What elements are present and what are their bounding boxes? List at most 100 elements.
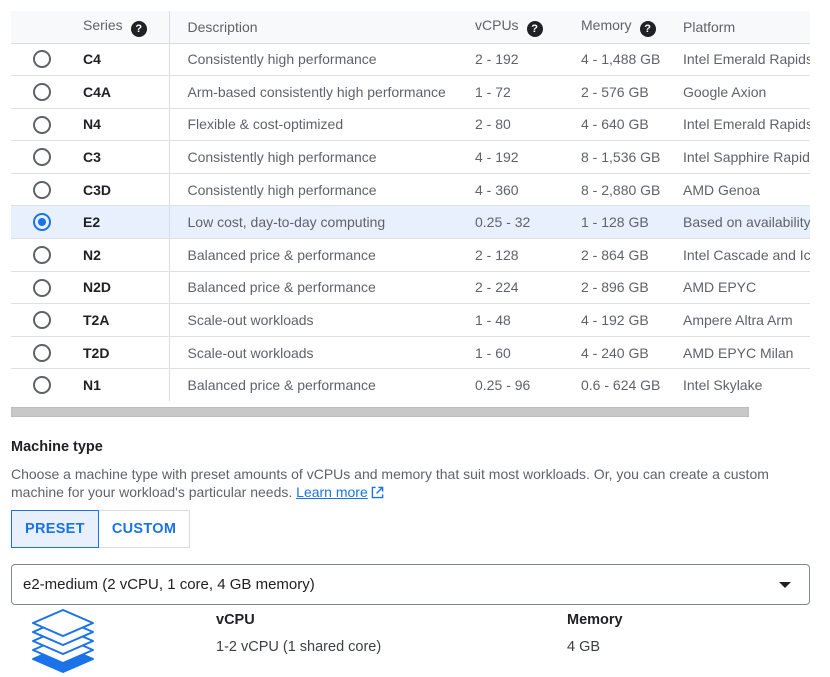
memory-cell: 4 - 192 GB xyxy=(562,303,678,337)
series-radio-button[interactable] xyxy=(33,278,51,297)
series-cell: T2A xyxy=(73,303,170,337)
platform-cell: AMD Genoa xyxy=(678,173,810,207)
machine-type-description-text: Choose a machine type with preset amount… xyxy=(11,466,769,500)
series-radio-button[interactable] xyxy=(33,246,51,264)
table-row[interactable]: C3D Consistently high performance 4 - 360 8… xyxy=(11,173,810,207)
tab-custom[interactable]: CUSTOM xyxy=(98,510,191,548)
table-row[interactable]: E2 Low cost, day-to-day computing 0.25 - 3… xyxy=(11,205,810,240)
series-radio-button[interactable] xyxy=(33,376,51,395)
series-cell: T2D xyxy=(73,336,170,370)
vcpus-cell: 2 - 224 xyxy=(456,271,562,305)
platform-cell: Intel Skylake xyxy=(678,368,810,401)
series-cell: N1 xyxy=(73,368,170,401)
platform-cell: Based on availability xyxy=(678,205,810,240)
header-platform: Platform xyxy=(678,11,810,44)
memory-cell: 2 - 896 GB xyxy=(562,271,678,305)
row-select-cell xyxy=(11,336,73,370)
row-select-cell xyxy=(11,173,73,207)
memory-cell: 2 - 864 GB xyxy=(562,238,678,272)
series-radio-button[interactable] xyxy=(33,50,51,69)
header-memory-label: Memory xyxy=(581,16,632,33)
stacked-layers-icon xyxy=(32,609,94,673)
vcpus-cell: 1 - 72 xyxy=(456,75,562,109)
memory-cell: 4 - 640 GB xyxy=(562,108,678,142)
series-radio-button[interactable] xyxy=(33,343,51,362)
vcpus-cell: 1 - 48 xyxy=(456,303,562,337)
learn-more-label: Learn more xyxy=(296,484,368,500)
platform-cell: AMD EPYC Milan xyxy=(678,336,810,370)
table-row[interactable]: N2 Balanced price & performance 2 - 128 2 -… xyxy=(11,238,810,272)
table-row[interactable]: N1 Balanced price & performance 0.25 - 96 0… xyxy=(11,368,810,401)
memory-cell: 2 - 576 GB xyxy=(562,75,678,109)
description-cell: Consistently high performance xyxy=(169,43,456,77)
table-row[interactable]: C3 Consistently high performance 4 - 192 8 … xyxy=(11,140,810,174)
row-select-cell xyxy=(11,368,73,401)
series-radio-button[interactable] xyxy=(33,180,51,199)
row-select-cell xyxy=(11,303,73,337)
series-radio-button[interactable] xyxy=(33,83,51,102)
header-description: Description xyxy=(169,11,456,44)
series-radio-button[interactable] xyxy=(33,148,51,167)
help-icon[interactable]: ? xyxy=(526,20,543,37)
table-row[interactable]: C4 Consistently high performance 2 - 192 4 … xyxy=(11,43,810,77)
memory-cell: 8 - 1,536 GB xyxy=(562,140,678,174)
chevron-down-icon xyxy=(779,582,791,588)
memory-cell: 4 - 1,488 GB xyxy=(562,43,678,77)
row-select-cell xyxy=(11,238,73,272)
header-vcpus: vCPUs? xyxy=(456,11,562,44)
platform-cell: Google Axion xyxy=(678,75,810,109)
description-cell: Arm-based consistently high performance xyxy=(169,75,456,109)
header-memory: Memory? xyxy=(562,11,678,44)
table-row[interactable]: T2A Scale-out workloads 1 - 48 4 - 192 GB Am… xyxy=(11,303,810,337)
row-select-cell xyxy=(11,140,73,174)
table-row[interactable]: N2D Balanced price & performance 2 - 224 2 … xyxy=(11,271,810,305)
series-cell: E2 xyxy=(73,205,170,240)
table-header-row: Series? Description vCPUs? Memory? Platf… xyxy=(11,11,810,44)
platform-cell: Intel Sapphire Rapids xyxy=(678,140,810,174)
series-cell: N4 xyxy=(73,108,170,142)
series-cell: C4A xyxy=(73,75,170,109)
vcpu-spec-label: vCPU xyxy=(216,612,255,628)
platform-cell: Intel Emerald Rapids xyxy=(678,108,810,142)
description-cell: Flexible & cost-optimized xyxy=(169,108,456,142)
memory-cell: 8 - 2,880 GB xyxy=(562,173,678,207)
vcpus-cell: 0.25 - 32 xyxy=(456,205,562,240)
description-cell: Low cost, day-to-day computing xyxy=(169,205,456,240)
series-cell: N2D xyxy=(73,271,170,305)
machine-type-select[interactable]: e2-medium (2 vCPU, 1 core, 4 GB memory) xyxy=(11,564,810,605)
description-cell: Balanced price & performance xyxy=(169,271,456,305)
description-cell: Consistently high performance xyxy=(169,140,456,174)
description-cell: Scale-out workloads xyxy=(169,303,456,337)
table-row[interactable]: T2D Scale-out workloads 1 - 60 4 - 240 GB AM… xyxy=(11,336,810,370)
vcpu-spec-value: 1-2 vCPU (1 shared core) xyxy=(216,639,382,655)
learn-more-link[interactable]: Learn more xyxy=(296,484,384,500)
series-radio-button[interactable] xyxy=(33,115,51,134)
table-row[interactable]: C4A Arm-based consistently high performan… xyxy=(11,75,810,109)
help-icon[interactable]: ? xyxy=(130,20,147,37)
vcpus-cell: 4 - 360 xyxy=(456,173,562,207)
series-radio-button[interactable] xyxy=(33,213,51,232)
machine-type-description: Choose a machine type with preset amount… xyxy=(11,465,811,501)
series-radio-button[interactable] xyxy=(33,311,51,330)
description-cell: Balanced price & performance xyxy=(169,368,456,401)
vcpus-cell: 1 - 60 xyxy=(456,336,562,370)
machine-series-table: Series? Description vCPUs? Memory? Platf… xyxy=(11,11,810,401)
memory-spec-value: 4 GB xyxy=(567,639,601,655)
header-vcpus-label: vCPUs xyxy=(475,16,519,33)
memory-cell: 1 - 128 GB xyxy=(562,205,678,240)
row-select-cell xyxy=(11,271,73,305)
tab-preset[interactable]: PRESET xyxy=(11,510,99,548)
series-cell: C4 xyxy=(73,43,170,77)
table-row[interactable]: N4 Flexible & cost-optimized 2 - 80 4 - 640… xyxy=(11,108,810,142)
platform-cell: Intel Cascade and Ice Lake xyxy=(678,238,810,272)
vcpus-cell: 2 - 192 xyxy=(456,43,562,77)
description-cell: Scale-out workloads xyxy=(169,336,456,370)
help-icon[interactable]: ? xyxy=(639,20,656,37)
description-cell: Balanced price & performance xyxy=(169,238,456,272)
header-series: Series? xyxy=(73,11,170,44)
horizontal-scrollbar[interactable] xyxy=(11,407,749,417)
machine-type-select-value: e2-medium (2 vCPU, 1 core, 4 GB memory) xyxy=(23,576,315,593)
header-select-column xyxy=(11,11,73,44)
memory-cell: 0.6 - 624 GB xyxy=(562,368,678,401)
header-series-label: Series xyxy=(83,16,123,33)
